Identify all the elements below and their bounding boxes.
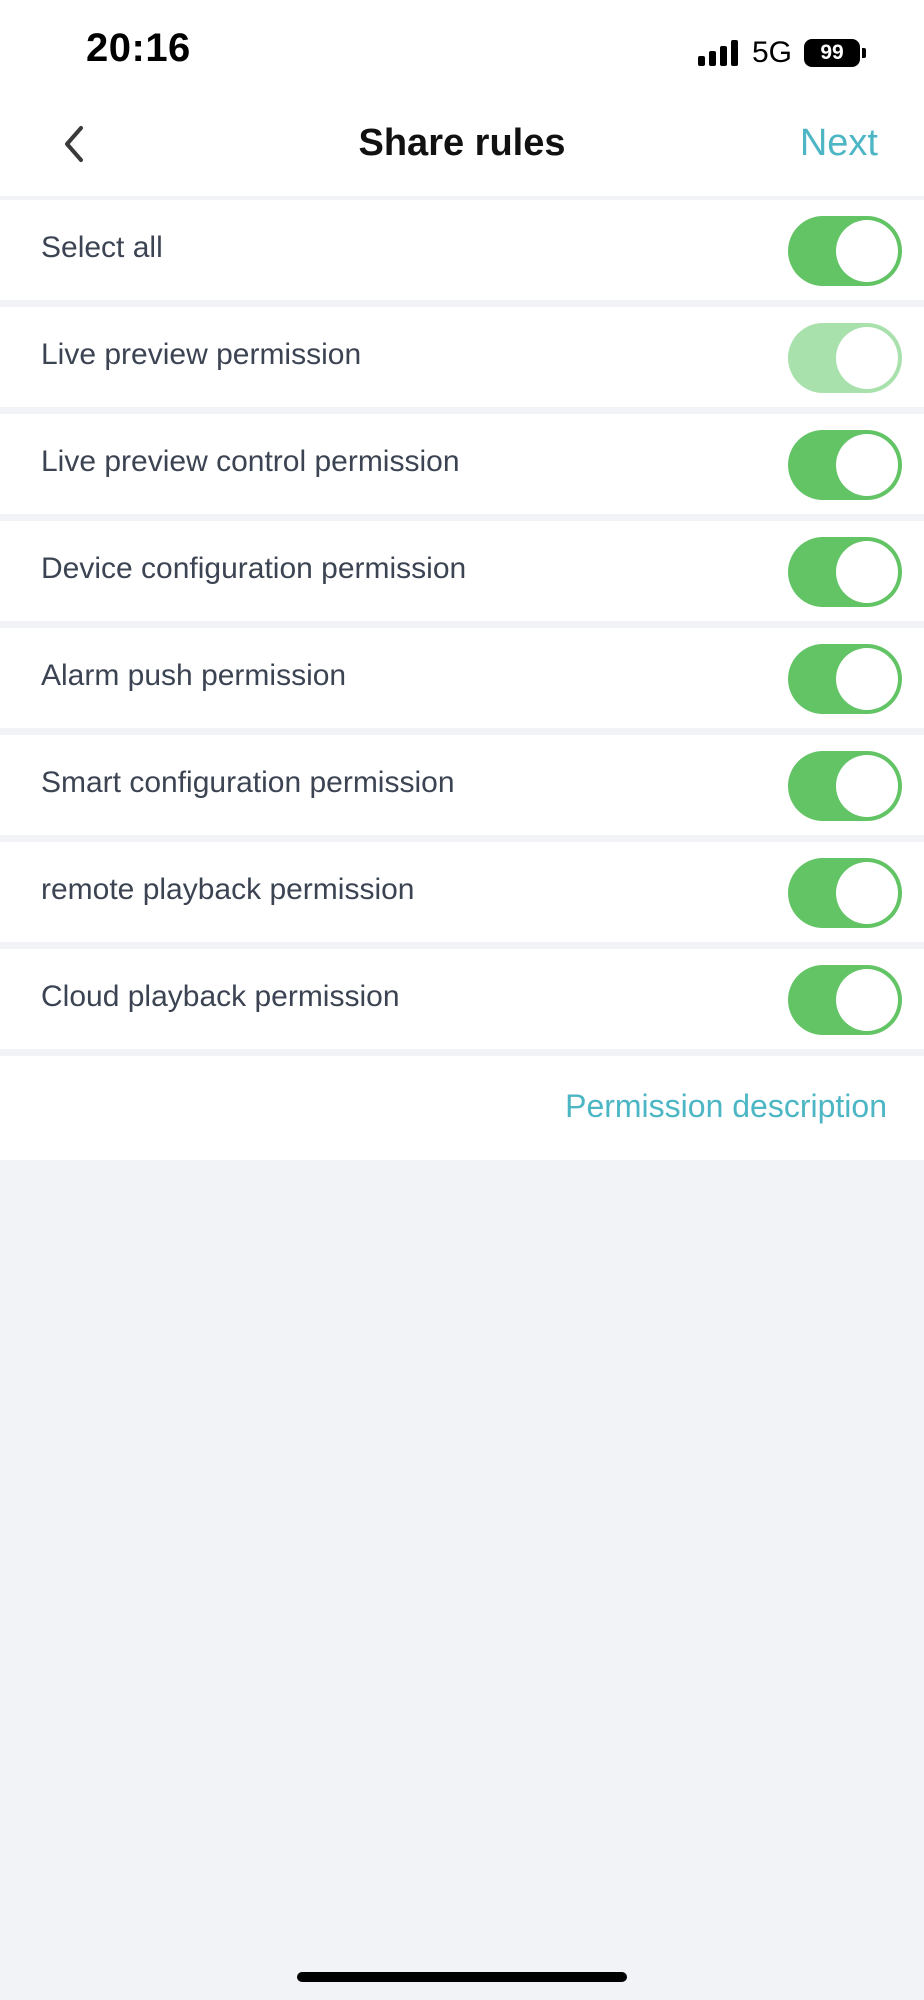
network-label: 5G [751, 36, 792, 69]
page-title: Share rules [358, 122, 566, 164]
permission-row-cloud-playback: Cloud playback permission [0, 949, 924, 1049]
permission-label: Live preview control permission [41, 445, 460, 478]
permission-label: Smart configuration permission [41, 766, 455, 799]
remote-playback-toggle[interactable] [788, 858, 902, 928]
permission-label: Alarm push permission [41, 659, 347, 692]
next-button[interactable]: Next [800, 122, 878, 165]
permission-row-alarm-push: Alarm push permission [0, 628, 924, 728]
toggle-knob [836, 648, 898, 710]
select-all-toggle[interactable] [788, 216, 902, 286]
signal-icon [697, 40, 742, 66]
permission-row-live-preview: Live preview permission [0, 307, 924, 407]
permission-list: Select all Live preview permission Live … [0, 200, 924, 1160]
toggle-knob [836, 862, 898, 924]
live-preview-control-toggle[interactable] [788, 430, 902, 500]
toggle-knob [836, 434, 898, 496]
permission-row-smart-configuration: Smart configuration permission [0, 735, 924, 835]
cloud-playback-toggle[interactable] [788, 965, 902, 1035]
permission-row-live-preview-control: Live preview control permission [0, 414, 924, 514]
home-indicator[interactable] [297, 1972, 627, 1982]
battery-tip [862, 48, 866, 58]
live-preview-toggle[interactable] [788, 323, 902, 393]
toggle-knob [836, 220, 898, 282]
permission-row-select-all: Select all [0, 200, 924, 300]
smart-configuration-toggle[interactable] [788, 751, 902, 821]
navigation-bar: Share rules Next [0, 96, 924, 196]
device-configuration-toggle[interactable] [788, 537, 902, 607]
permission-description-link[interactable]: Permission description [565, 1088, 887, 1125]
toggle-knob [836, 969, 898, 1031]
battery-level: 99 [804, 39, 860, 67]
permission-row-device-configuration: Device configuration permission [0, 521, 924, 621]
permission-label: Cloud playback permission [41, 980, 400, 1013]
permission-label: Select all [41, 231, 163, 264]
permission-label: Device configuration permission [41, 552, 467, 585]
alarm-push-toggle[interactable] [788, 644, 902, 714]
header-area: 20:16 5G 99 Share rules Next [0, 0, 924, 196]
status-icons: 5G 99 [697, 36, 866, 70]
permission-label: Live preview permission [41, 338, 362, 371]
status-time: 20:16 [86, 26, 191, 70]
toggle-knob [836, 541, 898, 603]
toggle-knob [836, 327, 898, 389]
permission-row-remote-playback: remote playback permission [0, 842, 924, 942]
toggle-knob [836, 755, 898, 817]
permission-label: remote playback permission [41, 873, 415, 906]
battery-icon: 99 [804, 39, 866, 67]
permission-footer: Permission description [0, 1056, 924, 1160]
